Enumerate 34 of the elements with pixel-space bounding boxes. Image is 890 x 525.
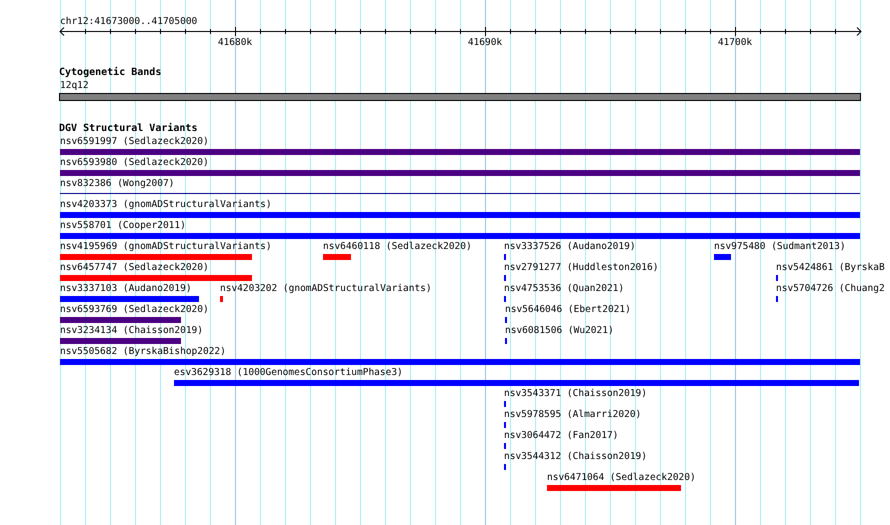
variant-label: nsv5646046 (Ebert2021) <box>505 304 631 316</box>
variant-label: nsv2791277 (Huddleston2016) <box>504 262 658 274</box>
variant-label: nsv4203202 (gnomADStructuralVariants) <box>220 283 432 295</box>
variant-label: nsv6457747 (Sedlazeck2020) <box>60 262 209 274</box>
variant-label: nsv975480 (Sudmant2013) <box>714 241 846 253</box>
variant-label: nsv4753536 (Quan2021) <box>504 283 624 295</box>
position-label: chr12:41673000..41705000 <box>60 16 198 27</box>
track-title: DGV Structural Variants <box>59 122 198 136</box>
variant-label: nsv5978595 (Almarri2020) <box>504 409 642 421</box>
variant-label: nsv3543371 (Chaisson2019) <box>504 388 647 400</box>
variant-label: nsv6593769 (Sedlazeck2020) <box>60 304 209 316</box>
variant-label: nsv5424861 (ByrskaB <box>776 262 885 274</box>
variant-label: nsv6591997 (Sedlazeck2020) <box>60 136 209 148</box>
band-label: 12q12 <box>60 80 89 92</box>
variant-label: nsv5704726 (Chuang2 <box>776 283 885 295</box>
track-title: Cytogenetic Bands <box>59 66 162 80</box>
variant-label: nsv3337103 (Audano2019) <box>60 283 192 295</box>
variant-label: nsv3234134 (Chaisson2019) <box>60 325 203 337</box>
tick-label: 41680k <box>218 37 252 48</box>
variant-label: nsv4203373 (gnomADStructuralVariants) <box>60 199 272 211</box>
variant-label: nsv6081506 (Wu2021) <box>505 325 614 337</box>
variant-label: nsv5505682 (ByrskaBishop2022) <box>60 346 226 358</box>
variant-label: nsv6460118 (Sedlazeck2020) <box>323 241 472 253</box>
variant-label: nsv832386 (Wong2007) <box>60 178 174 190</box>
variant-label: esv3629318 (1000GenomesConsortiumPhase3) <box>174 367 403 379</box>
variant-label: nsv558701 (Cooper2011) <box>60 220 186 232</box>
variant-label: nsv6471064 (Sedlazeck2020) <box>547 472 696 484</box>
variant-label: nsv3064472 (Fan2017) <box>504 430 618 442</box>
variant-label: nsv6593980 (Sedlazeck2020) <box>60 157 209 169</box>
tick-label: 41690k <box>468 37 502 48</box>
variant-label: nsv4195969 (gnomADStructuralVariants) <box>60 241 272 253</box>
tick-label: 41700k <box>718 37 752 48</box>
variant-label: nsv3544312 (Chaisson2019) <box>504 451 647 463</box>
variant-label: nsv3337526 (Audano2019) <box>504 241 636 253</box>
